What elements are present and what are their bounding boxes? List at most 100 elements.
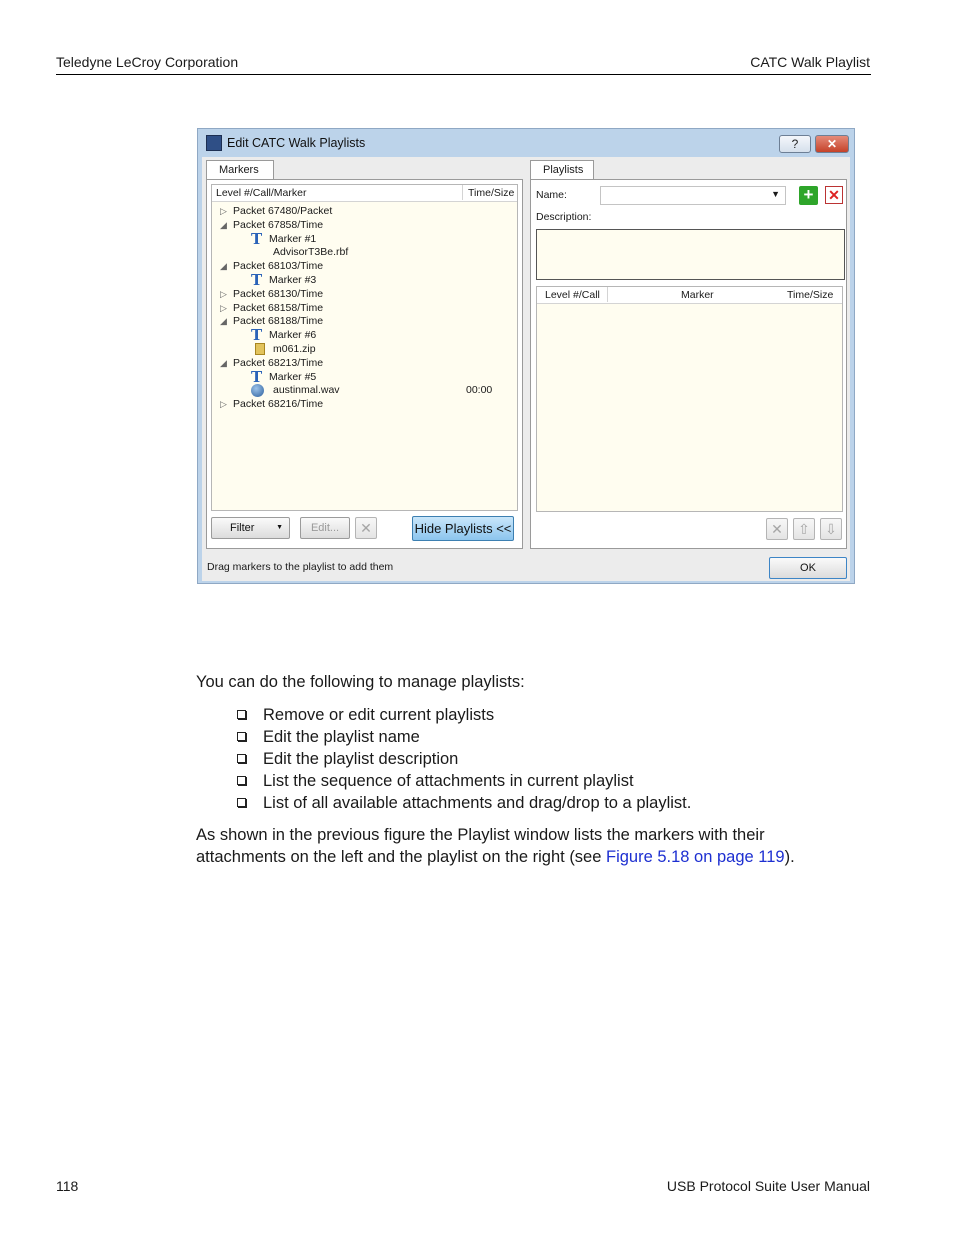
dialog-title: Edit CATC Walk Playlists [227, 136, 366, 150]
tree-row-label: m061.zip [273, 343, 316, 355]
tree-row-label: Marker #3 [269, 274, 317, 286]
edit-button[interactable]: Edit... [300, 517, 350, 539]
app-icon [206, 135, 222, 151]
description-label: Description: [536, 211, 592, 223]
remove-playlist-icon[interactable]: ✕ [825, 186, 843, 204]
marker-icon: T [251, 367, 263, 386]
tree-row[interactable]: ▷ Packet 68158/Time [212, 301, 517, 315]
tree-row-time: 00:00 [466, 384, 493, 397]
add-playlist-icon[interactable]: + [799, 186, 818, 205]
tree-row[interactable]: ▷ Packet 68130/Time [212, 287, 517, 301]
page-header-left: Teledyne LeCroy Corporation [56, 54, 239, 70]
page-footer-right: USB Protocol Suite User Manual [666, 1178, 870, 1194]
tree-row[interactable]: m061.zip [212, 342, 517, 356]
playlist-list-header: Level #/Call Marker Time/Size [537, 287, 842, 304]
dropdown-arrow-icon: ▼ [276, 524, 283, 531]
name-label: Name: [536, 189, 567, 201]
close-button[interactable]: ✕ [815, 135, 849, 153]
collapse-icon[interactable]: ◢ [220, 218, 227, 232]
col-time-size[interactable]: Time/Size [468, 187, 514, 199]
move-down-icon[interactable]: ⇩ [820, 518, 842, 540]
move-up-icon[interactable]: ⇧ [793, 518, 815, 540]
page-number: 118 [56, 1178, 79, 1194]
tree-row-label: Packet 68188/Time [233, 315, 324, 328]
paragraph-line-1: As shown in the previous figure the Play… [196, 826, 765, 844]
remove-item-icon[interactable]: ✕ [766, 518, 788, 540]
markers-tree-header: Level #/Call/Marker Time/Size [212, 185, 517, 202]
dialog-client: Markers Level #/Call/Marker Time/Size ▷ P… [202, 157, 850, 581]
expand-icon[interactable]: ▷ [220, 204, 227, 218]
checkbox-bullet-icon [237, 732, 246, 741]
tree-row-label: Marker #1 [269, 232, 317, 245]
tree-row[interactable]: austinmal.wav 00:00 [212, 383, 517, 398]
expand-icon[interactable]: ▷ [220, 287, 227, 301]
filter-button[interactable]: Filter ▼ [211, 517, 290, 539]
col-time-size-right[interactable]: Time/Size [787, 289, 833, 301]
tree-row[interactable]: T Marker #1 [212, 229, 517, 248]
marker-icon: T [251, 229, 263, 248]
paragraph-line-2-pre: attachments on the left and the playlist… [196, 848, 606, 866]
tree-row[interactable]: T Marker #5 [212, 367, 517, 386]
tab-playlists[interactable]: Playlists [530, 160, 594, 180]
edit-playlists-dialog: Edit CATC Walk Playlists ? ✕ Markers Lev… [197, 128, 855, 584]
bullet-item: Remove or edit current playlists [263, 706, 495, 724]
tree-row-label: Marker #5 [269, 370, 317, 383]
checkbox-bullet-icon [237, 776, 246, 785]
delete-icon[interactable]: ✕ [355, 517, 377, 539]
tree-row-label: Marker #6 [269, 329, 317, 342]
expand-icon[interactable]: ▷ [220, 301, 227, 315]
playlist-items-list[interactable]: Level #/Call Marker Time/Size [536, 286, 843, 512]
page-header-right: CATC Walk Playlist [750, 54, 870, 70]
zip-file-icon [255, 343, 265, 355]
col-marker[interactable]: Marker [681, 289, 714, 301]
tree-row-label: Packet 68158/Time [233, 301, 324, 314]
checkbox-bullet-icon [237, 754, 246, 763]
marker-icon: T [251, 326, 263, 345]
bullet-item: List the sequence of attachments in curr… [263, 772, 634, 790]
checkbox-bullet-icon [237, 710, 246, 719]
markers-tree[interactable]: Level #/Call/Marker Time/Size ▷ Packet 67… [211, 184, 518, 511]
ok-button[interactable]: OK [769, 557, 847, 579]
markers-panel: Level #/Call/Marker Time/Size ▷ Packet 67… [206, 179, 523, 549]
chevron-down-icon: ▼ [771, 189, 780, 199]
filter-label: Filter [230, 522, 255, 534]
description-field[interactable] [536, 229, 845, 280]
collapse-icon[interactable]: ◢ [220, 259, 227, 273]
expand-icon[interactable]: ▷ [220, 397, 227, 411]
col-level-call-marker[interactable]: Level #/Call/Marker [216, 187, 306, 199]
playlists-panel: Name: ▼ + ✕ Description: Level #/Call Ma… [530, 179, 847, 549]
name-combo[interactable]: ▼ [600, 186, 786, 205]
collapse-icon[interactable]: ◢ [220, 314, 227, 328]
bullet-item: Edit the playlist name [263, 728, 420, 746]
marker-icon: T [251, 271, 263, 289]
paragraph-line-2: attachments on the left and the playlist… [196, 846, 795, 868]
tab-markers[interactable]: Markers [206, 160, 274, 180]
intro-text: You can do the following to manage playl… [196, 673, 525, 691]
figure-link[interactable]: Figure 5.18 on page 119 [606, 848, 785, 866]
tree-row[interactable]: ▷ Packet 68216/Time [212, 397, 517, 411]
tree-row-label: Packet 68103/Time [233, 260, 324, 273]
help-button[interactable]: ? [779, 135, 811, 153]
status-text: Drag markers to the playlist to add them [207, 561, 394, 573]
tree-row[interactable]: ▷ Packet 67480/Packet [212, 204, 517, 218]
tree-row-label: Packet 67480/Packet [233, 205, 333, 217]
tree-row-label: Packet 68216/Time [233, 398, 324, 411]
tree-row-label: AdvisorT3Be.rbf [273, 246, 349, 259]
hide-playlists-button[interactable]: Hide Playlists << [412, 516, 514, 541]
dialog-titlebar: Edit CATC Walk Playlists ? ✕ [198, 129, 854, 157]
tree-row-label: Packet 68130/Time [233, 287, 324, 300]
tree-row[interactable]: AdvisorT3Be.rbf [212, 245, 517, 259]
tree-row-label: Packet 68213/Time [233, 356, 324, 369]
tree-row-label: Packet 67858/Time [233, 218, 324, 231]
bullet-item: Edit the playlist description [263, 750, 459, 768]
tree-row-label: austinmal.wav [273, 384, 340, 397]
checkbox-bullet-icon [237, 798, 246, 807]
tree-row[interactable]: T Marker #6 [212, 326, 517, 345]
tree-row[interactable]: T Marker #3 [212, 271, 517, 289]
markers-tree-rows: ▷ Packet 67480/Packet ◢ Packet 67858/Time T M… [212, 204, 517, 504]
audio-file-icon [251, 384, 264, 398]
col-level-call[interactable]: Level #/Call [545, 289, 600, 301]
paragraph-line-2-post: ). [784, 848, 795, 866]
collapse-icon[interactable]: ◢ [220, 356, 227, 370]
bullet-item: List of all available attachments and dr… [263, 794, 692, 812]
